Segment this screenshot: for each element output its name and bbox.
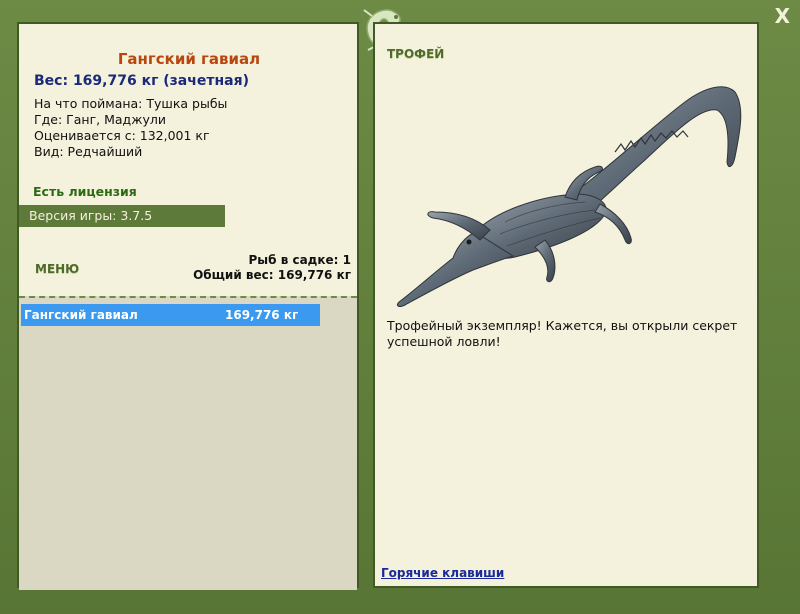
valuation-info: Оценивается с: 132,001 кг (34, 128, 210, 143)
keepnet-stats: Рыб в садке: 1 Общий вес: 169,776 кг (193, 253, 351, 283)
location-info: Где: Ганг, Маджули (34, 112, 166, 127)
fish-info-panel: Гангский гавиал Вес: 169,776 кг (зачетна… (17, 22, 359, 590)
list-item-name: Гангский гавиал (24, 308, 138, 322)
menu-button[interactable]: МЕНЮ (35, 262, 79, 276)
trophy-panel: ТРОФЕЙ Трофейный экземпляр! Кажется, вы … (373, 22, 759, 588)
rarity-info: Вид: Редчайший (34, 144, 143, 159)
trophy-description: Трофейный экземпляр! Кажется, вы открыли… (387, 318, 738, 349)
fish-weight: Вес: 169,776 кг (зачетная) (34, 73, 249, 89)
game-window: X Гангский гавиал Вес: 169,776 кг (зачет… (0, 0, 800, 614)
gharial-image (396, 86, 742, 307)
list-item[interactable]: Гангский гавиал 169,776 кг (21, 304, 320, 326)
catch-list: Гангский гавиал 169,776 кг (19, 296, 357, 590)
close-button[interactable]: X (775, 4, 790, 28)
license-status: Есть лицензия (33, 184, 137, 199)
hotkeys-link[interactable]: Горячие клавиши (381, 566, 504, 580)
fish-count: Рыб в садке: 1 (248, 253, 352, 267)
version-bar: Версия игры: 3.7.5 (19, 205, 225, 227)
total-weight: Общий вес: 169,776 кг (193, 268, 351, 282)
bait-info: На что поймана: Тушка рыбы (34, 96, 228, 111)
list-item-weight: 169,776 кг (225, 308, 299, 322)
trophy-label: ТРОФЕЙ (387, 47, 445, 61)
fish-name: Гангский гавиал (117, 50, 261, 68)
